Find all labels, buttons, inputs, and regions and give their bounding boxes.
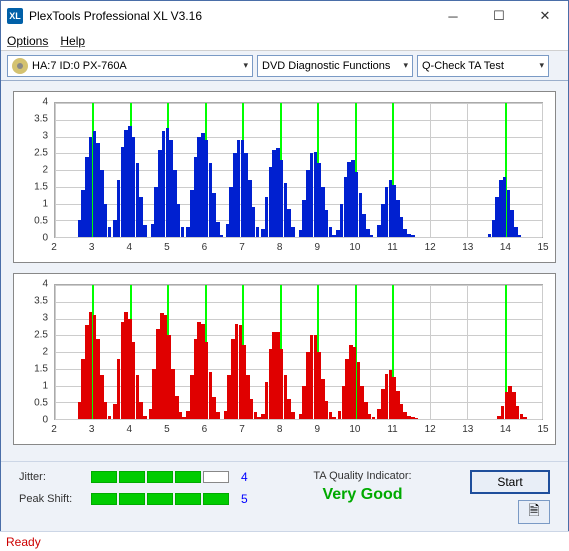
x-tick: 7 [239,242,245,253]
start-button[interactable]: Start [470,470,550,494]
quality-label: TA Quality Indicator: [275,470,450,482]
y-tick: 3 [42,131,48,142]
x-tick: 15 [537,242,548,253]
x-tick: 10 [349,424,360,435]
device-selector[interactable]: HA:7 ID:0 PX-760A ▾ [7,55,253,77]
meter-segment [91,471,117,483]
y-tick: 0 [42,415,48,426]
x-tick: 2 [51,242,57,253]
x-tick: 3 [89,424,95,435]
diagnostic-selector[interactable]: DVD Diagnostic Functions ▾ [257,55,413,77]
x-tick: 7 [239,424,245,435]
x-tick: 13 [462,242,473,253]
x-tick: 15 [537,424,548,435]
close-button[interactable]: ✕ [522,1,568,31]
chevron-down-icon: ▾ [403,60,408,71]
y-tick: 3 [42,313,48,324]
quality-value: Very Good [275,486,450,504]
y-tick: 1 [42,199,48,210]
x-tick: 5 [164,242,170,253]
y-tick: 3.5 [34,114,48,125]
window-title: PlexTools Professional XL V3.16 [29,9,430,23]
x-tick: 12 [425,424,436,435]
disc-icon [12,58,28,74]
meter-segment [203,493,229,505]
status-text: Ready [6,535,41,549]
x-tick: 4 [126,424,132,435]
y-tick: 3.5 [34,296,48,307]
meter-segment [175,493,201,505]
x-tick: 14 [500,424,511,435]
chevron-down-icon: ▾ [539,60,544,71]
chart-top: 0 0.5 1 1.5 2 2.5 3 3.5 4 2 3 4 5 6 7 8 9 10 11 12 13 14 15 [13,91,556,263]
meter-segment [175,471,201,483]
device-selector-value: HA:7 ID:0 PX-760A [32,60,127,72]
chart-bottom: 0 0.5 1 1.5 2 2.5 3 3.5 4 2 3 4 5 6 7 8 9 10 11 12 13 14 15 [13,273,556,445]
x-tick: 9 [315,424,321,435]
y-tick: 2 [42,347,48,358]
x-tick: 13 [462,424,473,435]
jitter-value: 4 [241,470,255,484]
options-icon-button[interactable]: 🗎 [518,500,550,524]
menu-options[interactable]: Options [7,34,48,48]
meter-segment [119,471,145,483]
y-tick: 2.5 [34,330,48,341]
x-tick: 11 [387,242,397,253]
x-tick: 5 [164,424,170,435]
y-tick: 1.5 [34,364,48,375]
y-tick: 4 [42,279,48,290]
x-tick: 4 [126,242,132,253]
x-tick: 2 [51,424,57,435]
y-tick: 2.5 [34,148,48,159]
x-tick: 10 [349,242,360,253]
meter-segment [91,493,117,505]
x-tick: 8 [277,242,283,253]
x-tick: 3 [89,242,95,253]
page-icon: 🗎 [528,500,539,524]
x-tick: 11 [387,424,397,435]
meter-segment [203,471,229,483]
x-tick: 8 [277,424,283,435]
y-tick: 0 [42,233,48,244]
peakshift-label: Peak Shift: [19,493,83,505]
y-tick: 4 [42,97,48,108]
y-tick: 0.5 [34,216,48,227]
peakshift-meter [91,493,229,505]
y-tick: 2 [42,165,48,176]
chevron-down-icon: ▾ [243,60,248,71]
x-tick: 9 [315,242,321,253]
x-tick: 6 [202,242,208,253]
meter-segment [147,471,173,483]
jitter-meter [91,471,229,483]
meter-segment [119,493,145,505]
meter-segment [147,493,173,505]
peakshift-value: 5 [241,492,255,506]
diagnostic-selector-value: DVD Diagnostic Functions [262,60,390,72]
menu-help[interactable]: Help [60,34,85,48]
y-tick: 1.5 [34,182,48,193]
test-selector[interactable]: Q-Check TA Test ▾ [417,55,549,77]
app-logo-icon: XL [7,8,23,24]
y-tick: 1 [42,381,48,392]
minimize-button[interactable]: ─ [430,1,476,31]
jitter-label: Jitter: [19,471,83,483]
y-tick: 0.5 [34,398,48,409]
maximize-button[interactable]: ☐ [476,1,522,31]
test-selector-value: Q-Check TA Test [422,60,504,72]
x-tick: 14 [500,242,511,253]
x-tick: 12 [425,242,436,253]
x-tick: 6 [202,424,208,435]
